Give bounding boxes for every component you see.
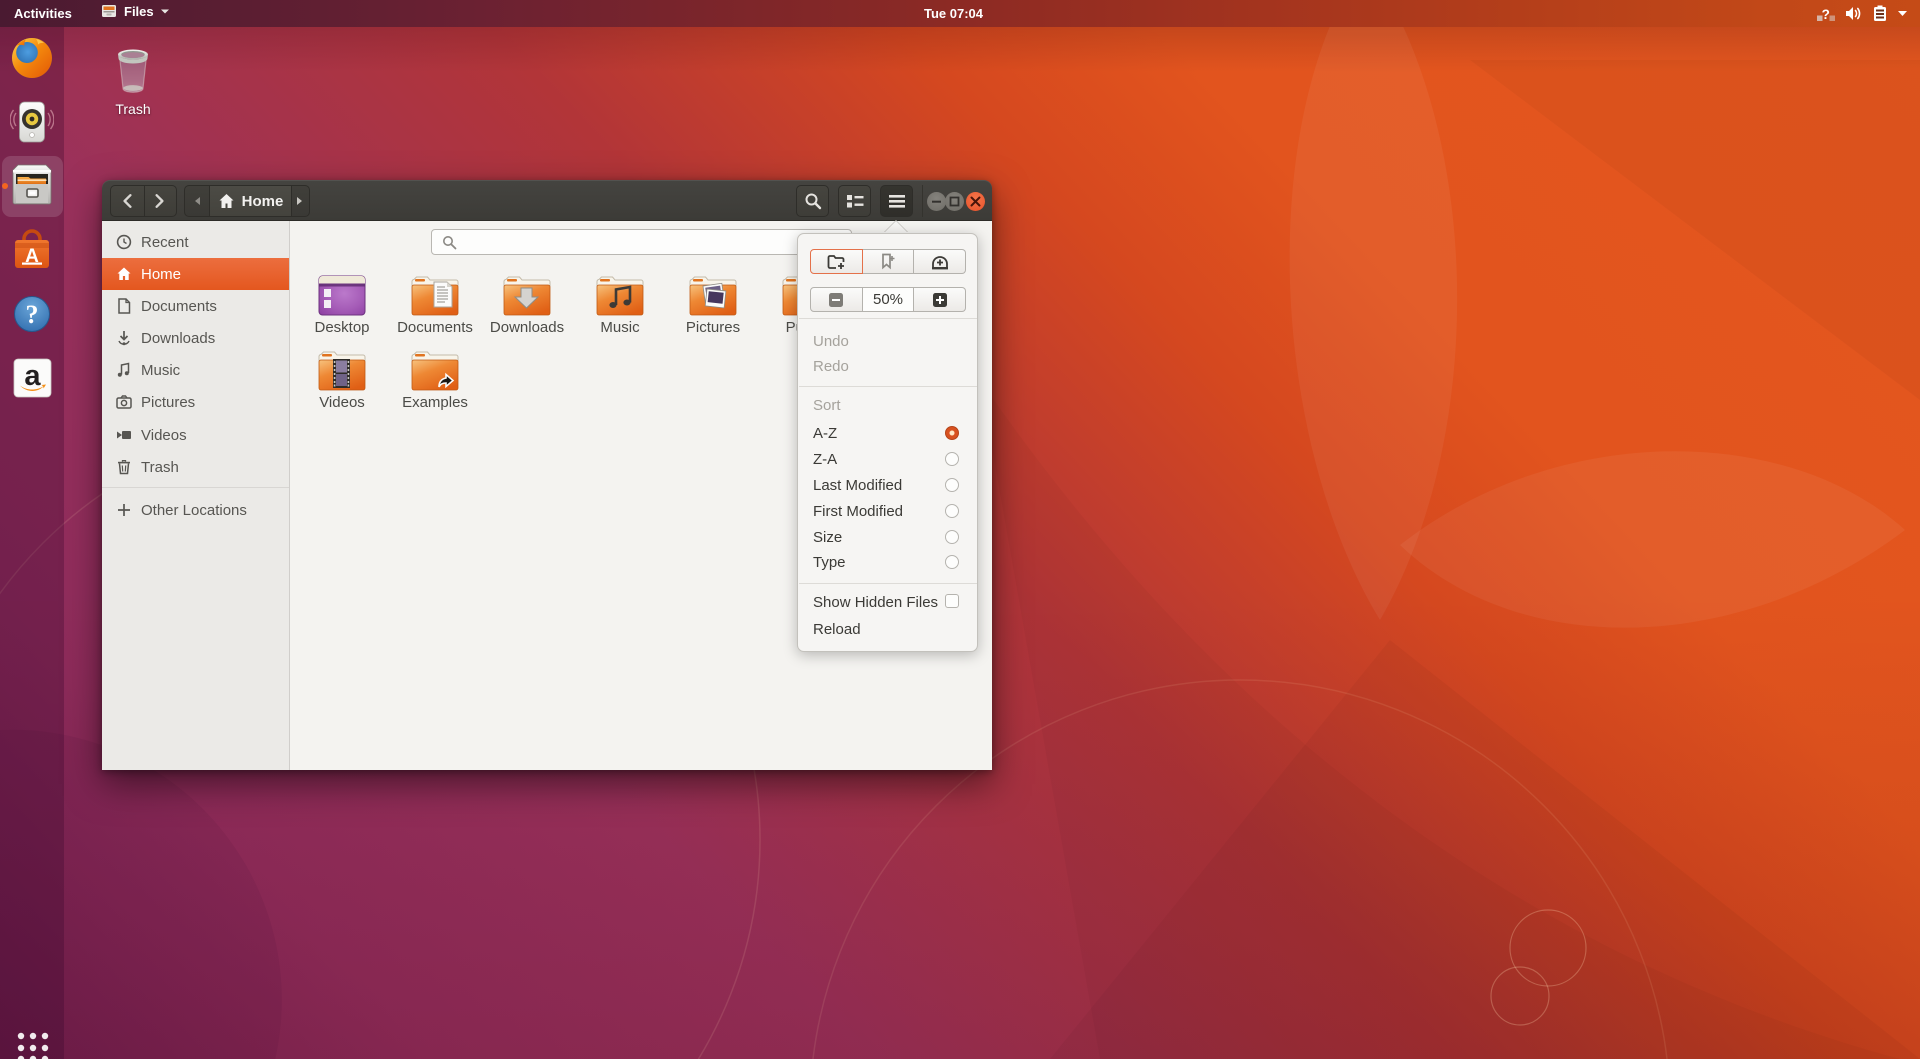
svg-text:?: ? <box>26 300 39 329</box>
svg-text:a: a <box>24 360 41 392</box>
svg-text:?: ? <box>1822 7 1830 22</box>
